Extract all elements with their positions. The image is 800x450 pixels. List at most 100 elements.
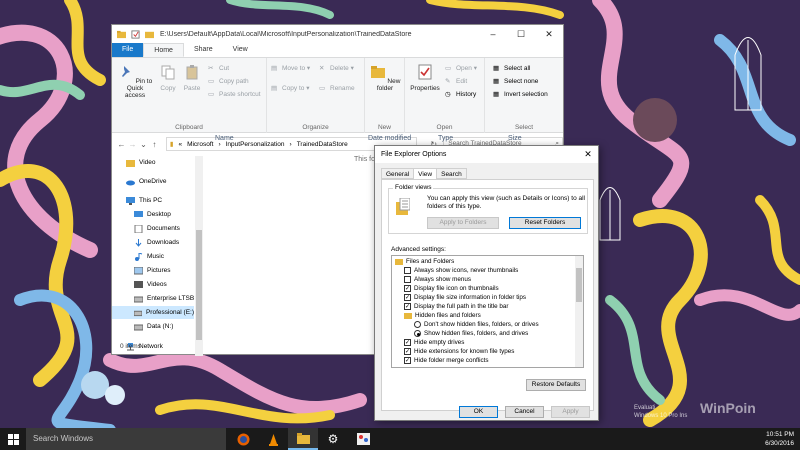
back-button[interactable]: ← bbox=[116, 140, 127, 149]
reset-folders-button[interactable]: Reset Folders bbox=[509, 217, 581, 229]
tab-view[interactable]: View bbox=[223, 43, 258, 57]
paint-icon[interactable] bbox=[348, 428, 378, 450]
system-clock[interactable]: 10:51 PM 6/30/2016 bbox=[765, 430, 794, 448]
nav-item-data-n[interactable]: Data (N:) bbox=[134, 320, 173, 333]
up-button[interactable]: ↑ bbox=[149, 140, 160, 149]
cut-button[interactable]: ✂ Cut bbox=[208, 64, 229, 73]
restore-defaults-button[interactable]: Restore Defaults bbox=[526, 379, 586, 391]
checkbox[interactable]: ✓ bbox=[404, 339, 411, 346]
nav-item-onedrive[interactable]: OneDrive bbox=[126, 175, 166, 188]
radio-button[interactable] bbox=[414, 330, 421, 337]
nav-item-videos[interactable]: Videos bbox=[134, 278, 167, 291]
folder-view-icon bbox=[396, 198, 410, 215]
checkbox-hide-merge-conflicts[interactable]: ✓ Hide folder merge conflicts bbox=[404, 356, 489, 365]
column-header-size[interactable]: Size bbox=[508, 135, 522, 142]
nav-item-professional-e[interactable]: Professional (E:) bbox=[112, 306, 194, 319]
move-to-button[interactable]: ▤ Move to ▾ bbox=[271, 64, 310, 73]
settings-icon[interactable]: ⚙ bbox=[318, 428, 348, 450]
edit-button[interactable]: ✎ Edit bbox=[445, 77, 467, 86]
advanced-settings-list: Files and Folders Always show icons, nev… bbox=[391, 255, 584, 368]
checkbox-always-show-menus[interactable]: Always show menus bbox=[404, 275, 471, 284]
checkbox[interactable]: ✓ bbox=[404, 294, 411, 301]
nav-item-music[interactable]: Music bbox=[134, 250, 164, 263]
minimize-button[interactable]: – bbox=[479, 25, 507, 43]
checkbox-hide-extensions[interactable]: ✓ Hide extensions for known file types bbox=[404, 347, 514, 356]
nav-scrollbar[interactable] bbox=[195, 156, 203, 356]
copy-button[interactable]: Copy bbox=[156, 64, 180, 92]
taskbar-search-input[interactable]: Search Windows bbox=[26, 428, 226, 450]
column-header-date-modified[interactable]: Date modified bbox=[368, 135, 411, 142]
nav-item-enterprise-ltsb[interactable]: Enterprise LTSB ( bbox=[134, 292, 198, 305]
checkbox[interactable]: ✓ bbox=[404, 348, 411, 355]
close-icon[interactable]: ✕ bbox=[578, 149, 598, 160]
history-button[interactable]: ◷ History bbox=[445, 90, 476, 99]
firefox-icon[interactable] bbox=[228, 428, 258, 450]
checkbox-display-full-path[interactable]: ✓ Display the full path in the title bar bbox=[404, 302, 509, 311]
copy-path-button[interactable]: ▭ Copy path bbox=[208, 77, 249, 86]
checkbox-display-file-size[interactable]: ✓ Display file size information in folder… bbox=[404, 293, 526, 302]
tab-search[interactable]: Search bbox=[436, 168, 467, 179]
tab-file[interactable]: File bbox=[112, 43, 144, 57]
apply-button[interactable]: Apply bbox=[551, 406, 590, 418]
new-folder-icon[interactable] bbox=[145, 30, 154, 39]
recent-locations-button[interactable]: ⌄ bbox=[138, 140, 149, 149]
open-button[interactable]: ▭ Open ▾ bbox=[445, 64, 477, 73]
tab-share[interactable]: Share bbox=[184, 43, 223, 57]
cancel-button[interactable]: Cancel bbox=[505, 406, 544, 418]
new-folder-button[interactable]: New folder bbox=[369, 64, 401, 92]
select-all-button[interactable]: ▦ Select all bbox=[493, 64, 530, 73]
copy-to-button[interactable]: ▤ Copy to ▾ bbox=[271, 84, 309, 93]
tab-home[interactable]: Home bbox=[143, 43, 184, 57]
close-button[interactable]: ✕ bbox=[535, 25, 563, 43]
checkbox[interactable] bbox=[404, 267, 411, 274]
invert-selection-button[interactable]: ▦ Invert selection bbox=[493, 90, 548, 99]
radio-button[interactable] bbox=[414, 321, 421, 328]
folder-icon bbox=[126, 159, 135, 167]
paste-button[interactable]: Paste bbox=[180, 64, 204, 92]
group-label: Clipboard bbox=[175, 124, 203, 131]
checkbox[interactable] bbox=[404, 276, 411, 283]
scroll-thumb[interactable] bbox=[196, 230, 202, 340]
computer-icon bbox=[126, 196, 135, 205]
breadcrumb-overflow[interactable]: « bbox=[178, 141, 182, 148]
radio-show-hidden[interactable]: Show hidden files, folders, and drives bbox=[414, 329, 528, 338]
group-label: Open bbox=[436, 124, 453, 131]
properties-button[interactable]: Properties bbox=[409, 64, 441, 92]
start-button[interactable] bbox=[0, 428, 26, 450]
nav-item-downloads[interactable]: Downloads bbox=[134, 236, 179, 249]
checkbox-always-show-icons[interactable]: Always show icons, never thumbnails bbox=[404, 266, 518, 275]
column-header-name[interactable]: Name bbox=[215, 135, 234, 142]
nav-item-pictures[interactable]: Pictures bbox=[134, 264, 170, 277]
file-explorer-icon[interactable] bbox=[288, 428, 318, 450]
open-group: Properties ▭ Open ▾ ✎ Edit ◷ History Open bbox=[405, 58, 485, 133]
nav-item-video[interactable]: Video bbox=[126, 156, 156, 169]
folder-icon[interactable] bbox=[117, 30, 126, 39]
column-header-type[interactable]: Type bbox=[438, 135, 453, 142]
folder-icon: ▮ bbox=[169, 141, 174, 148]
tab-general[interactable]: General bbox=[381, 168, 415, 179]
paste-shortcut-button[interactable]: ▭ Paste shortcut bbox=[208, 90, 261, 99]
ok-button[interactable]: OK bbox=[459, 406, 498, 418]
select-none-button[interactable]: ▦ Select none bbox=[493, 77, 538, 86]
tree-scrollbar[interactable] bbox=[575, 256, 583, 367]
nav-item-desktop[interactable]: Desktop bbox=[134, 208, 171, 221]
vlc-icon[interactable] bbox=[258, 428, 288, 450]
rename-button[interactable]: ▭ Rename bbox=[319, 84, 355, 93]
checkbox[interactable]: ✓ bbox=[404, 285, 411, 292]
checkbox[interactable]: ✓ bbox=[404, 357, 411, 364]
nav-item-documents[interactable]: Documents bbox=[134, 222, 180, 235]
forward-button[interactable]: → bbox=[127, 140, 138, 149]
radio-dont-show-hidden[interactable]: Don't show hidden files, folders, or dri… bbox=[414, 320, 539, 329]
clock-date: 6/30/2016 bbox=[765, 440, 794, 447]
apply-to-folders-button[interactable]: Apply to Folders bbox=[427, 217, 499, 229]
music-icon bbox=[135, 252, 143, 261]
properties-icon[interactable] bbox=[131, 29, 140, 39]
checkbox-hide-empty-drives[interactable]: ✓ Hide empty drives bbox=[404, 338, 464, 347]
maximize-button[interactable]: ☐ bbox=[507, 25, 535, 43]
scroll-thumb[interactable] bbox=[576, 268, 582, 302]
nav-item-this-pc[interactable]: This PC bbox=[126, 194, 162, 207]
checkbox-display-file-icon[interactable]: ✓ Display file icon on thumbnails bbox=[404, 284, 499, 293]
delete-button[interactable]: ✕ Delete ▾ bbox=[319, 64, 354, 73]
pin-to-quick-access-button[interactable]: Pin to Quick access bbox=[116, 64, 154, 99]
checkbox[interactable]: ✓ bbox=[404, 303, 411, 310]
